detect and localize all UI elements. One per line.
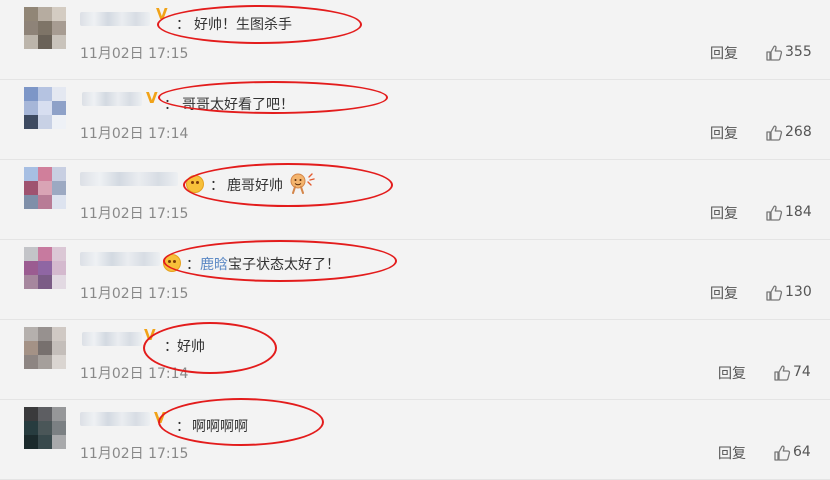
like-count: 355 [785,44,812,60]
comment-item: V：啊啊啊啊 11月02日 17:15 回复 64 [0,400,830,480]
like-count: 130 [785,284,812,300]
comment-timestamp: 11月02日 17:15 [80,206,189,222]
annotation-circle [158,81,388,114]
annotation-circle [163,240,397,282]
avatar[interactable] [24,327,66,369]
thumbs-up-icon [765,124,783,142]
avatar[interactable] [24,167,66,209]
username-blurred[interactable] [82,332,142,346]
annotation-circle [158,398,324,446]
like-count: 64 [793,444,811,460]
thumbs-up-icon [765,204,783,222]
thumbs-up-icon [773,444,791,462]
annotation-circle [157,5,362,44]
comment-timestamp: 11月02日 17:15 [80,446,189,462]
annotation-circle [183,163,393,207]
comment-item: ：鹿晗宝子状态太好了！ 11月02日 17:15 回复 130 [0,240,830,320]
comment-timestamp: 11月02日 17:15 [80,286,189,302]
username-blurred[interactable] [80,412,150,426]
reply-button[interactable]: 回复 [718,363,746,383]
thumbs-up-icon [773,364,791,382]
like-count: 184 [785,204,812,220]
reply-button[interactable]: 回复 [718,443,746,463]
like-count: 268 [785,124,812,140]
reply-button[interactable]: 回复 [710,203,738,223]
avatar[interactable] [24,87,66,129]
comment-item: V：好帅 11月02日 17:14 回复 74 [0,320,830,400]
username-blurred[interactable] [80,252,160,266]
comment-item: V：好帅！生图杀手 11月02日 17:15 回复 355 [0,0,830,80]
comment-timestamp: 11月02日 17:15 [80,46,189,62]
thumbs-up-icon [765,44,783,62]
comment-item: ：鹿哥好帅 11月02日 17:15 回复 184 [0,160,830,240]
annotation-circle [143,322,277,374]
avatar[interactable] [24,7,66,49]
username-blurred[interactable] [82,92,142,106]
like-count: 74 [793,364,811,380]
thumbs-up-icon [765,284,783,302]
comment-timestamp: 11月02日 17:14 [80,126,189,142]
reply-button[interactable]: 回复 [710,43,738,63]
reply-button[interactable]: 回复 [710,283,738,303]
comment-item: V：哥哥太好看了吧！ 11月02日 17:14 回复 268 [0,80,830,160]
avatar[interactable] [24,247,66,289]
username-blurred[interactable] [80,12,150,26]
reply-button[interactable]: 回复 [710,123,738,143]
avatar[interactable] [24,407,66,449]
username-blurred[interactable] [80,172,178,186]
